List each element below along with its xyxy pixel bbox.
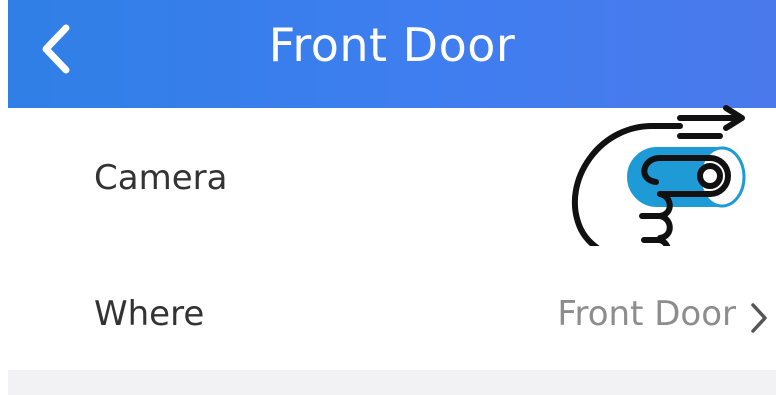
page-title: Front Door <box>268 18 516 72</box>
where-label: Where <box>94 294 205 334</box>
chevron-right-icon <box>748 300 770 336</box>
where-row[interactable]: Where Front Door <box>8 246 776 370</box>
camera-label: Camera <box>94 158 228 198</box>
where-value: Front Door <box>557 294 736 334</box>
navigation-bar: Front Door <box>8 0 776 108</box>
section-divider <box>8 370 776 395</box>
